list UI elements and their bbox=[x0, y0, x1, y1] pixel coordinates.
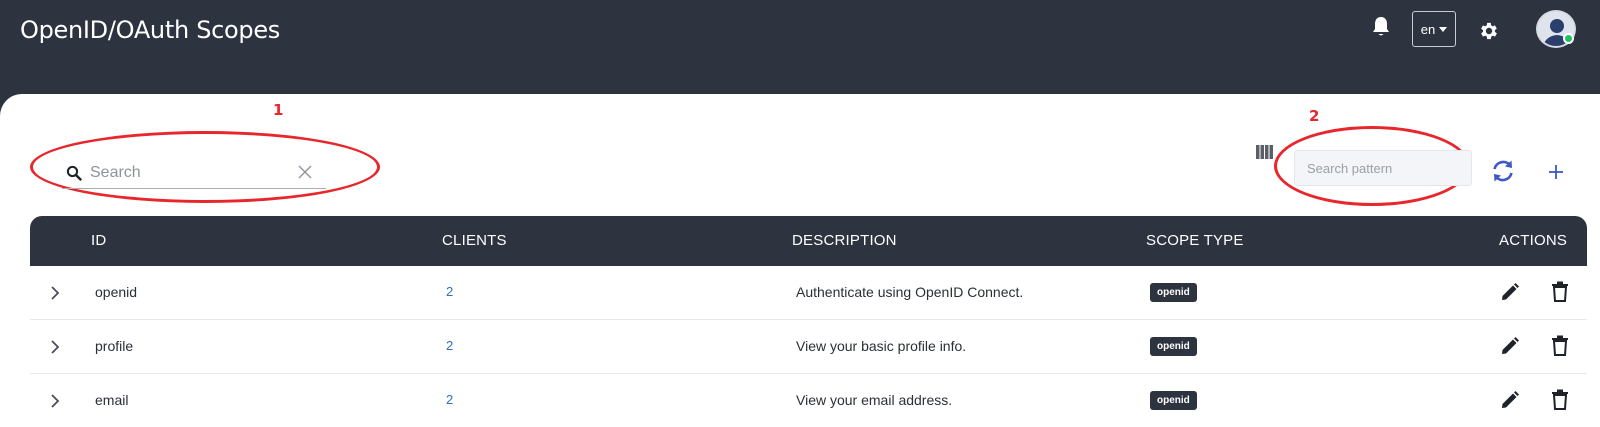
table-row: profile 2 View your basic profile info. … bbox=[30, 320, 1587, 374]
table-header: ID CLIENTS DESCRIPTION SCOPE TYPE ACTION… bbox=[30, 216, 1587, 266]
delete-icon[interactable] bbox=[1551, 281, 1569, 302]
online-status-dot bbox=[1563, 33, 1574, 44]
clients-count-link[interactable]: 2 bbox=[446, 338, 453, 353]
chevron-right-icon[interactable] bbox=[50, 394, 60, 408]
column-header-description[interactable]: DESCRIPTION bbox=[792, 232, 897, 249]
scope-description: Authenticate using OpenID Connect. bbox=[796, 284, 1024, 300]
scope-description: View your basic profile info. bbox=[796, 338, 967, 354]
gear-icon[interactable] bbox=[1478, 20, 1500, 42]
search-icon bbox=[66, 165, 82, 181]
delete-icon[interactable] bbox=[1551, 389, 1569, 410]
delete-icon[interactable] bbox=[1551, 335, 1569, 356]
search-pattern-input[interactable] bbox=[1294, 150, 1472, 186]
edit-icon[interactable] bbox=[1500, 336, 1520, 356]
column-header-id[interactable]: ID bbox=[91, 232, 106, 249]
scope-type-badge: openid bbox=[1150, 391, 1197, 410]
annotation-label-1: 1 bbox=[273, 101, 284, 119]
bell-icon[interactable] bbox=[1371, 16, 1391, 38]
close-icon[interactable] bbox=[298, 165, 312, 179]
clients-count-link[interactable]: 2 bbox=[446, 284, 453, 299]
column-header-scope-type[interactable]: SCOPE TYPE bbox=[1146, 232, 1244, 249]
add-icon[interactable] bbox=[1547, 163, 1565, 181]
search-input[interactable] bbox=[90, 161, 290, 185]
scope-description: View your email address. bbox=[796, 392, 953, 408]
column-header-actions: ACTIONS bbox=[1499, 232, 1568, 249]
scope-id: email bbox=[95, 392, 129, 408]
page-title: OpenID/OAuth Scopes bbox=[20, 16, 281, 44]
language-value: en bbox=[1420, 21, 1436, 37]
chevron-down-icon bbox=[1439, 26, 1448, 32]
column-header-clients[interactable]: CLIENTS bbox=[442, 232, 507, 249]
edit-icon[interactable] bbox=[1500, 282, 1520, 302]
annotation-label-2: 2 bbox=[1309, 107, 1320, 125]
clients-count-link[interactable]: 2 bbox=[446, 392, 453, 407]
scope-type-badge: openid bbox=[1150, 283, 1197, 302]
language-select[interactable]: en bbox=[1412, 11, 1456, 47]
scope-id: openid bbox=[95, 284, 138, 300]
table-row: openid 2 Authenticate using OpenID Conne… bbox=[30, 266, 1587, 320]
top-bar: OpenID/OAuth Scopes en bbox=[0, 0, 1600, 95]
scope-type-badge: openid bbox=[1150, 337, 1197, 356]
edit-icon[interactable] bbox=[1500, 390, 1520, 410]
scope-id: profile bbox=[95, 338, 134, 354]
chevron-right-icon[interactable] bbox=[50, 340, 60, 354]
chevron-right-icon[interactable] bbox=[50, 286, 60, 300]
table-row: email 2 View your email address. openid bbox=[30, 374, 1587, 427]
refresh-icon[interactable] bbox=[1490, 158, 1516, 184]
columns-icon[interactable] bbox=[1256, 145, 1273, 159]
search-field bbox=[62, 159, 326, 189]
